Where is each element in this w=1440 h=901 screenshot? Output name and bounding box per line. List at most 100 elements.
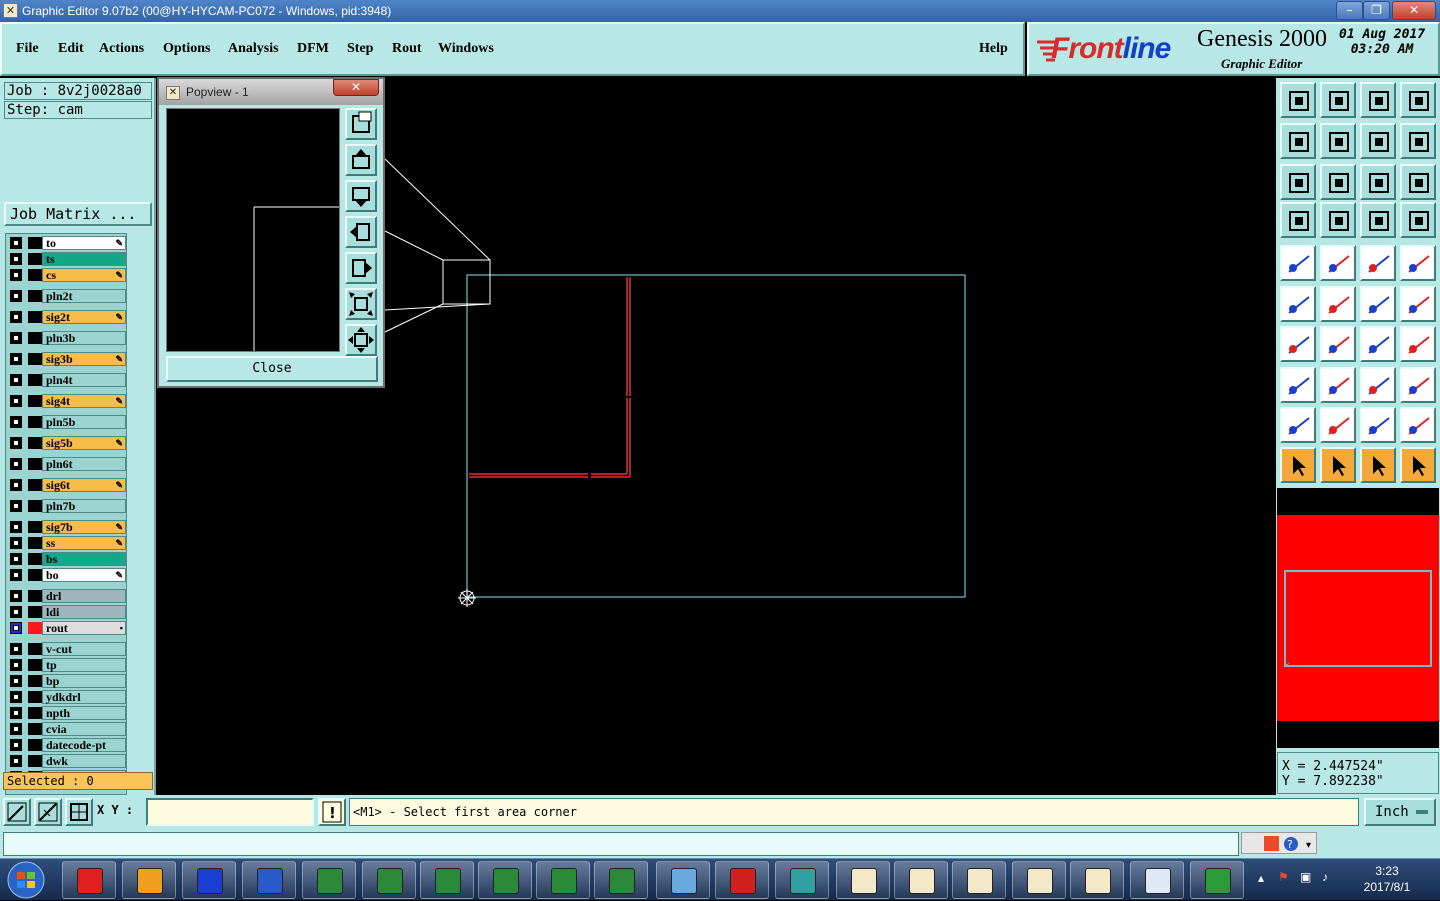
layer-row-rout[interactable]: rout ▪: [8, 621, 126, 635]
popview-pan-up-button[interactable]: [345, 144, 377, 176]
layer-checkbox[interactable]: [10, 755, 22, 767]
home-view-button[interactable]: [1360, 82, 1396, 118]
menu-dfm[interactable]: DFM: [297, 41, 329, 57]
layer-color-swatch[interactable]: [28, 675, 42, 687]
layer-checkbox[interactable]: [10, 269, 22, 281]
notepad-app-task-button[interactable]: [1130, 861, 1184, 899]
layer-color-swatch[interactable]: [28, 374, 42, 386]
layer-row-pln4t[interactable]: pln4t: [8, 373, 126, 387]
start-button-icon[interactable]: [4, 860, 48, 900]
layer-color-swatch[interactable]: [28, 237, 42, 249]
graphic-editor-task-task-button-1[interactable]: [836, 861, 890, 899]
layer-checkbox[interactable]: [10, 311, 22, 323]
layer-color-swatch[interactable]: [28, 253, 42, 265]
layer-checkbox[interactable]: [10, 416, 22, 428]
measure-path-button[interactable]: [1400, 447, 1436, 483]
layer-color-swatch[interactable]: [28, 707, 42, 719]
layer-color-swatch[interactable]: [28, 479, 42, 491]
layer-checkbox[interactable]: [10, 458, 22, 470]
alert-button[interactable]: !: [318, 798, 346, 826]
layer-color-swatch[interactable]: [28, 553, 42, 565]
layer-row-ldi[interactable]: ldi: [8, 605, 126, 619]
layer-checkbox[interactable]: [10, 290, 22, 302]
help-button[interactable]: [1400, 164, 1436, 200]
grid-button[interactable]: [1320, 202, 1356, 238]
overview-map[interactable]: ×: [1277, 488, 1439, 748]
layer-color-swatch[interactable]: [28, 569, 42, 581]
layer-row-v-cut[interactable]: v-cut: [8, 642, 126, 656]
layer-row-sig7b[interactable]: sig7b ✎: [8, 520, 126, 534]
menu-rout[interactable]: Rout: [392, 41, 422, 57]
layer-checkbox[interactable]: [10, 479, 22, 491]
point-line-button[interactable]: [1400, 286, 1436, 322]
pan-up-button[interactable]: [1280, 82, 1316, 118]
excel-app-task-button-1[interactable]: [302, 861, 356, 899]
excel-app-task-button-6[interactable]: [594, 861, 648, 899]
popview-zoom-out-button[interactable]: [345, 324, 377, 356]
arc-button[interactable]: [1360, 326, 1396, 362]
word-app-task-button[interactable]: [242, 861, 296, 899]
layer-row-pln6t[interactable]: pln6t: [8, 457, 126, 471]
layer-row-sig3b[interactable]: sig3b ✎: [8, 352, 126, 366]
layer-color-swatch[interactable]: [28, 500, 42, 512]
layer-color-swatch[interactable]: [28, 537, 42, 549]
p-app-task-button[interactable]: [1190, 861, 1244, 899]
layer-checkbox[interactable]: [10, 622, 22, 634]
excel-app-task-button-5[interactable]: [536, 861, 590, 899]
tray-monitor-icon[interactable]: ▣: [1300, 870, 1311, 884]
grid-mode-button[interactable]: [65, 798, 93, 826]
layer-color-swatch[interactable]: [28, 659, 42, 671]
window-title-bar[interactable]: ✕ Graphic Editor 9.07b2 (00@HY-HYCAM-PC0…: [0, 0, 1440, 22]
angle-button[interactable]: [1280, 326, 1316, 362]
ime-toolbar[interactable]: ? ▾: [1241, 832, 1317, 854]
genesis-app-task-button[interactable]: [62, 861, 116, 899]
layer-row-pln2t[interactable]: pln2t: [8, 289, 126, 303]
pointer-box-button[interactable]: [1320, 447, 1356, 483]
layer-row-pln3b[interactable]: pln3b: [8, 331, 126, 345]
pdf-app-task-button[interactable]: [715, 861, 769, 899]
measure-mode-button[interactable]: [34, 798, 62, 826]
popview-zoom-in-button[interactable]: [345, 288, 377, 320]
layer-color-swatch[interactable]: [28, 606, 42, 618]
ruler-button[interactable]: [1360, 245, 1396, 281]
tray-volume-icon[interactable]: ♪: [1322, 870, 1328, 884]
graphic-editor-task-task-button-5[interactable]: [1070, 861, 1124, 899]
layer-row-ydkdrl[interactable]: ydkdrl: [8, 690, 126, 704]
layer-row-bs[interactable]: bs: [8, 552, 126, 566]
triangle-c-button[interactable]: [1360, 407, 1396, 443]
layer-checkbox[interactable]: [10, 643, 22, 655]
popview-close-button[interactable]: Close: [166, 356, 378, 382]
shell-app-task-button[interactable]: [122, 861, 176, 899]
layer-color-swatch[interactable]: [28, 290, 42, 302]
layer-checkbox[interactable]: [10, 553, 22, 565]
layer-checkbox[interactable]: [10, 500, 22, 512]
menu-analysis[interactable]: Analysis: [228, 41, 279, 57]
pointer-button[interactable]: [1280, 447, 1316, 483]
layer-checkbox[interactable]: [10, 659, 22, 671]
popview-pan-left-button[interactable]: [345, 216, 377, 248]
layer-color-swatch[interactable]: [28, 332, 42, 344]
graphic-editor-task-task-button-4[interactable]: [1012, 861, 1066, 899]
layer-checkbox[interactable]: [10, 739, 22, 751]
pointer-round-button[interactable]: [1360, 447, 1396, 483]
layer-row-pln7b[interactable]: pln7b: [8, 499, 126, 513]
layer-checkbox[interactable]: [10, 691, 22, 703]
triangle-a-button[interactable]: [1280, 407, 1316, 443]
layer-row-pln5b[interactable]: pln5b: [8, 415, 126, 429]
menu-windows[interactable]: Windows: [438, 41, 494, 57]
excel-app-task-button-4[interactable]: [478, 861, 532, 899]
layer-row-bo[interactable]: bo ✎: [8, 568, 126, 582]
pan-right-button[interactable]: [1320, 123, 1356, 159]
snap-red-button[interactable]: [1360, 202, 1396, 238]
taskbar-clock[interactable]: 3:23 2017/8/1: [1357, 863, 1417, 895]
unit-selector[interactable]: Inch: [1364, 798, 1436, 826]
layer-color-swatch[interactable]: [28, 311, 42, 323]
menu-file[interactable]: File: [16, 41, 39, 57]
undo-view-button[interactable]: [1360, 123, 1396, 159]
popview-close-x-button[interactable]: ✕: [333, 79, 379, 96]
excel-app-task-button-3[interactable]: [420, 861, 474, 899]
snap-red-2-button[interactable]: [1400, 202, 1436, 238]
dot-button[interactable]: [1400, 245, 1436, 281]
tray-network-icon[interactable]: ⚑: [1278, 870, 1289, 884]
layer-color-swatch[interactable]: [28, 590, 42, 602]
